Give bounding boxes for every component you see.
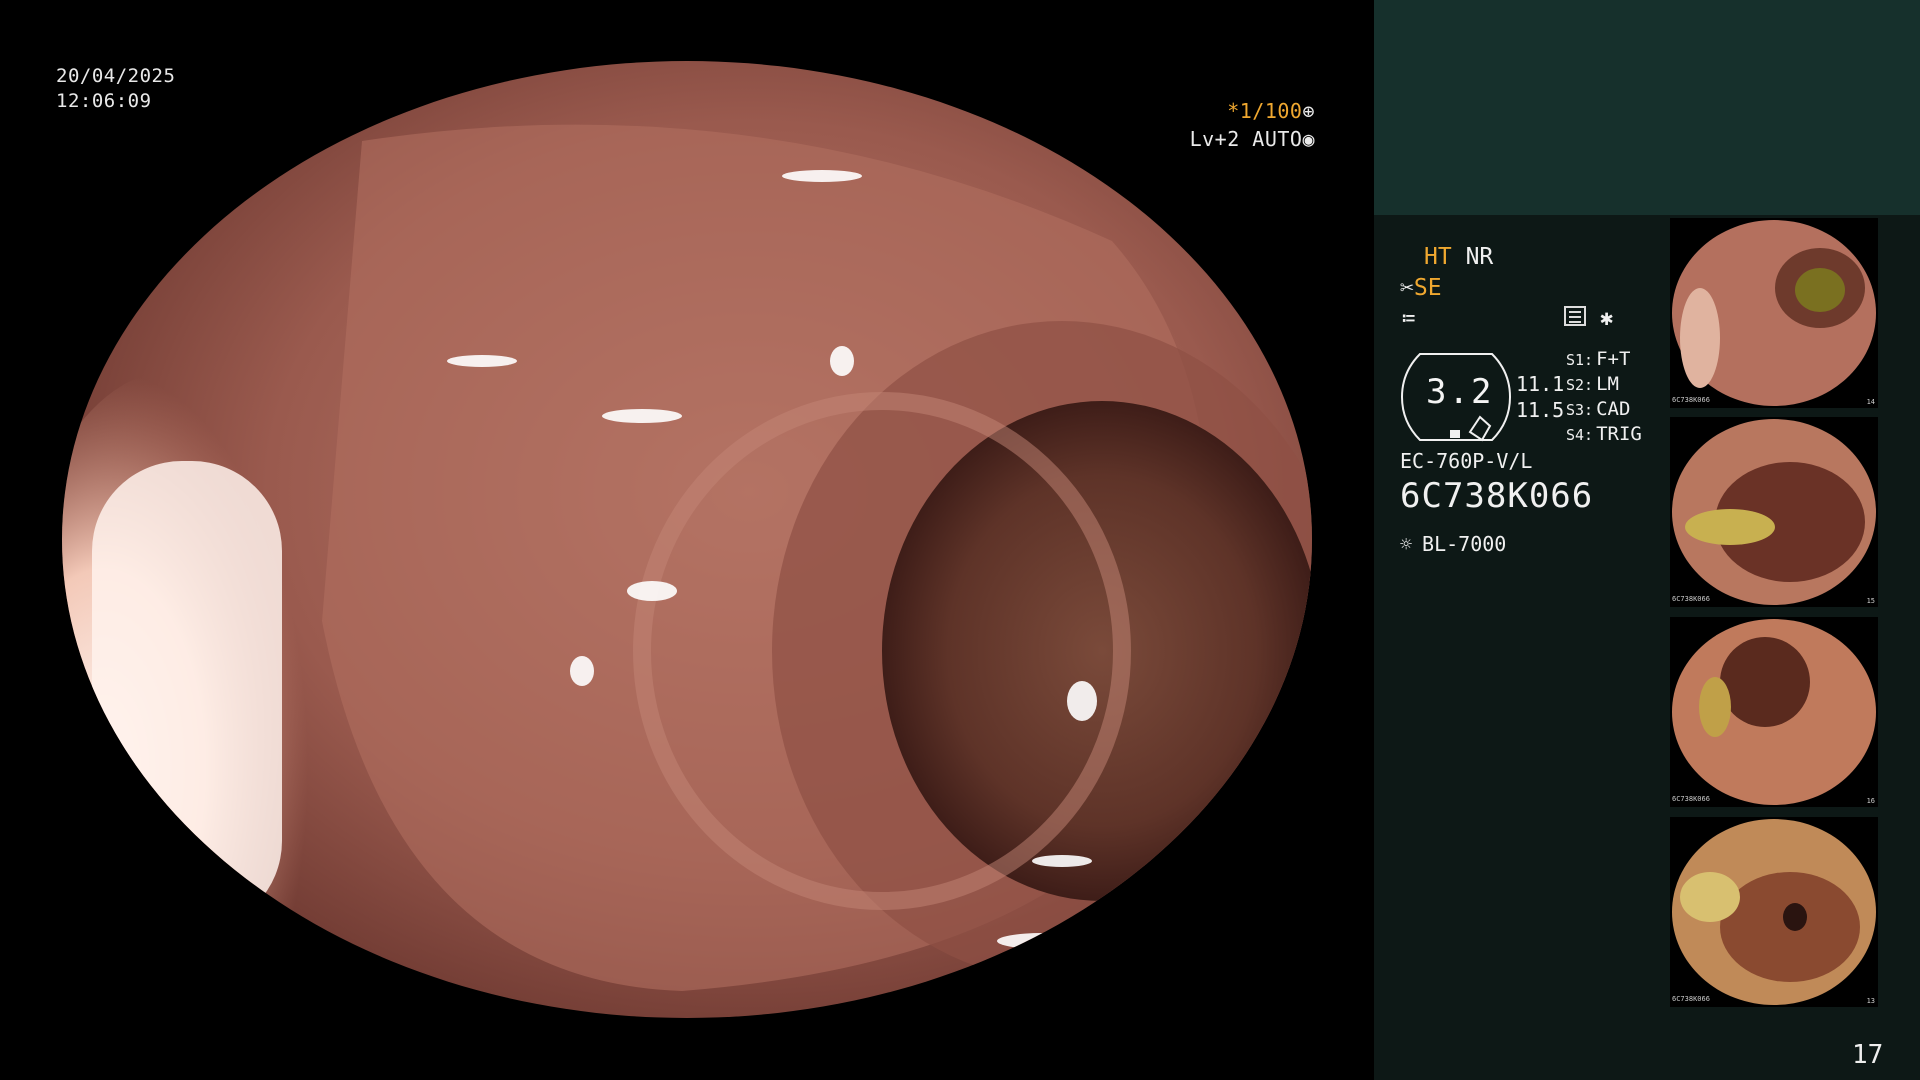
light-source-row: ☼ BL-7000	[1400, 532, 1506, 556]
function-icon: ≔	[1402, 306, 1416, 331]
date-text: 20/04/2025	[56, 65, 176, 87]
zoom-indicator: *1/100⊕	[1227, 99, 1315, 124]
value-2: 11.5	[1516, 398, 1565, 422]
setting-key: S4:	[1566, 426, 1594, 444]
time-text: 12:06:09	[56, 90, 152, 112]
scope-model: EC-760P-V/L	[1400, 449, 1533, 473]
setting-value: TRIG	[1596, 423, 1642, 445]
thumbnail-id: 6C738K066	[1672, 396, 1710, 404]
setting-key: S3:	[1566, 401, 1594, 419]
thumbnail-1[interactable]: 6C738K066 14	[1670, 218, 1878, 408]
level-indicator: Lv+2 AUTO◉	[1190, 127, 1315, 152]
thumbnail-2[interactable]: 6C738K066 15	[1670, 417, 1878, 607]
endoscope-view	[62, 61, 1312, 1018]
zoom-text: *1/100	[1227, 99, 1303, 123]
setting-value: LM	[1596, 373, 1619, 395]
setting-s1: S1: F+T	[1566, 348, 1630, 370]
thumbnail-id: 6C738K066	[1672, 795, 1710, 803]
thumbnail-id: 6C738K066	[1672, 595, 1710, 603]
page-number: 17	[1852, 1040, 1884, 1070]
value-1: 11.1	[1516, 372, 1565, 396]
gauge-value: 3.2	[1426, 372, 1494, 412]
setting-value: F+T	[1596, 348, 1631, 370]
nr-label: NR	[1465, 244, 1494, 270]
lamp-icon: ☼	[1400, 532, 1413, 556]
setting-s3: S3: CAD	[1566, 398, 1630, 420]
setting-key: S2:	[1566, 376, 1594, 394]
thumbnail-number: 13	[1866, 997, 1875, 1005]
ht-label: HT	[1424, 244, 1452, 270]
star-icon: ✱	[1600, 306, 1614, 331]
se-label: SE	[1413, 275, 1442, 301]
setting-s2: S2: LM	[1566, 373, 1619, 395]
setting-s4: S4: TRIG	[1566, 423, 1642, 445]
thumbnail-4[interactable]: 6C738K066 13	[1670, 817, 1878, 1007]
thumbnail-number: 16	[1866, 797, 1875, 805]
se-row: ✂SE	[1400, 275, 1442, 301]
level-text: Lv+2 AUTO	[1189, 127, 1303, 151]
setting-value: CAD	[1596, 398, 1631, 420]
thumbnail-id: 6C738K066	[1672, 995, 1710, 1003]
scissors-icon: ✂	[1400, 275, 1414, 301]
panel-header	[1374, 0, 1920, 215]
menu-icon	[1564, 306, 1586, 326]
setting-key: S1:	[1566, 351, 1594, 369]
fan-icon: ⊕	[1302, 99, 1315, 123]
thumbnail-3[interactable]: 6C738K066 16	[1670, 617, 1878, 807]
thumbnail-number: 15	[1866, 597, 1875, 605]
light-source-label: BL-7000	[1422, 532, 1507, 556]
scope-serial: 6C738K066	[1400, 476, 1594, 516]
ht-nr-row: HT NR	[1424, 244, 1493, 270]
settings-icon: ◉	[1302, 127, 1315, 151]
datetime-display: 20/04/2025 12:06:09	[56, 64, 175, 114]
thumbnail-number: 14	[1866, 398, 1875, 406]
